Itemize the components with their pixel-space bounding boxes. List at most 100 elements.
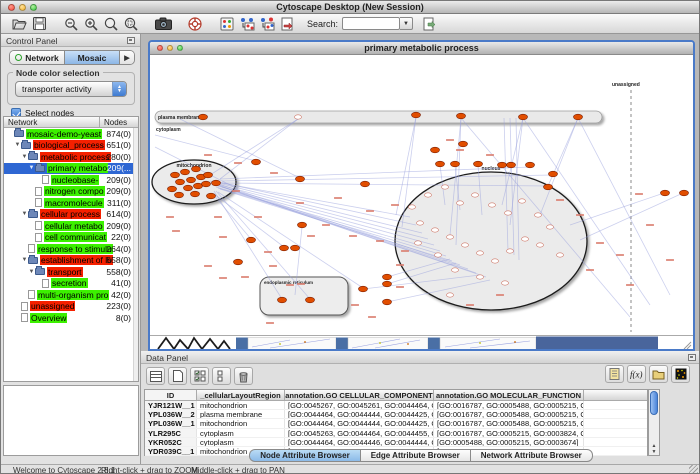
graph-node-orange[interactable] bbox=[680, 190, 689, 196]
graph-node-orange[interactable] bbox=[199, 114, 208, 120]
graph-node[interactable] bbox=[477, 275, 484, 279]
new-attribute-icon[interactable] bbox=[168, 367, 187, 385]
graph-node-orange[interactable] bbox=[204, 172, 213, 178]
attribute-table-icon[interactable] bbox=[146, 367, 165, 385]
tab-network-attribute-browser[interactable]: Network Attribute Browser bbox=[470, 449, 593, 462]
table-scrollbar[interactable]: ▲▼ bbox=[648, 389, 660, 456]
graph-node[interactable] bbox=[415, 241, 422, 245]
graph-node[interactable] bbox=[557, 253, 564, 257]
graph-node[interactable] bbox=[462, 243, 469, 247]
graph-node-orange[interactable] bbox=[361, 181, 370, 187]
tree-row[interactable]: mosaic-demo-yeast874(0) bbox=[4, 128, 138, 140]
tree-row[interactable]: ▼transport558(0) bbox=[4, 266, 138, 278]
open-file-icon[interactable] bbox=[9, 15, 29, 32]
graph-node-orange[interactable] bbox=[661, 190, 670, 196]
graph-node[interactable] bbox=[435, 253, 442, 257]
graph-node-orange[interactable] bbox=[212, 180, 221, 186]
tree-row[interactable]: ▼cellular process614(0) bbox=[4, 209, 138, 221]
graph-node-orange[interactable] bbox=[457, 113, 466, 119]
attribute-browser-icon[interactable] bbox=[217, 15, 237, 32]
tree-row[interactable]: macromolecule311(0) bbox=[4, 197, 138, 209]
graph-node-orange[interactable] bbox=[202, 181, 211, 187]
graph-node[interactable] bbox=[442, 185, 449, 189]
save-icon[interactable] bbox=[29, 15, 49, 32]
graph-node[interactable] bbox=[447, 293, 454, 297]
graph-node[interactable] bbox=[492, 259, 499, 263]
tree-row[interactable]: Overview8(0) bbox=[4, 312, 138, 324]
graph-node[interactable] bbox=[507, 249, 514, 253]
graph-node-orange[interactable] bbox=[436, 161, 445, 167]
graph-node[interactable] bbox=[519, 199, 526, 203]
tree-row[interactable]: ▼metabolic process280(0) bbox=[4, 151, 138, 163]
tab-edge-attribute-browser[interactable]: Edge Attribute Browser bbox=[360, 449, 470, 462]
select-attributes-icon[interactable] bbox=[190, 367, 209, 385]
tree-row[interactable]: response to stimulu264(0) bbox=[4, 243, 138, 255]
table-column-header[interactable]: annotation.GO CELLULAR_COMPONENT bbox=[285, 390, 434, 401]
graph-node-orange[interactable] bbox=[291, 245, 300, 251]
zoom-selected-icon[interactable] bbox=[121, 15, 141, 32]
graph-node-orange[interactable] bbox=[234, 259, 243, 265]
notes-icon[interactable] bbox=[605, 365, 624, 383]
graph-node[interactable] bbox=[472, 193, 479, 197]
graph-node[interactable] bbox=[502, 281, 509, 285]
tab-mosaic[interactable]: Mosaic bbox=[65, 51, 120, 64]
heatmap-icon[interactable] bbox=[671, 365, 690, 383]
graph-node-orange[interactable] bbox=[176, 179, 185, 185]
help-icon[interactable] bbox=[185, 15, 205, 32]
network-canvas[interactable]: plasma membranecytoplasmmitochondrionnuc… bbox=[150, 55, 693, 335]
graph-node-orange[interactable] bbox=[549, 171, 558, 177]
table-row[interactable]: YPL036W__1mitochondrion[GO:0044464, GO:0… bbox=[145, 419, 647, 428]
table-column-header[interactable]: _cellularLayoutRegion bbox=[197, 390, 285, 401]
graph-node-orange[interactable] bbox=[451, 161, 460, 167]
graph-node-orange[interactable] bbox=[278, 297, 287, 303]
graph-node-orange[interactable] bbox=[383, 299, 392, 305]
tree-row[interactable]: secretion41(0) bbox=[4, 278, 138, 290]
graph-node-orange[interactable] bbox=[247, 237, 256, 243]
tree-column-network[interactable]: Network bbox=[4, 117, 100, 128]
graph-node-orange[interactable] bbox=[184, 185, 193, 191]
graph-node-orange[interactable] bbox=[544, 184, 553, 190]
graph-node-orange[interactable] bbox=[296, 176, 305, 182]
birds-eye-view[interactable] bbox=[3, 385, 139, 456]
layout-icon-2[interactable] bbox=[257, 15, 277, 32]
graph-node-orange[interactable] bbox=[498, 162, 507, 168]
import-icon[interactable] bbox=[419, 15, 439, 32]
snapshot-icon[interactable] bbox=[153, 15, 173, 32]
table-row[interactable]: YJR121W__1mitochondrion[GO:0045267, GO:0… bbox=[145, 401, 647, 410]
tree-row[interactable]: ▼establishment of lo558(0) bbox=[4, 255, 138, 267]
tab-overflow-arrow[interactable]: ▶ bbox=[120, 51, 134, 64]
tree-row[interactable]: nitrogen compo209(0) bbox=[4, 186, 138, 198]
graph-node-orange[interactable] bbox=[191, 191, 200, 197]
zoom-fit-icon[interactable] bbox=[101, 15, 121, 32]
table-column-header[interactable]: ID bbox=[145, 390, 197, 401]
graph-node-orange[interactable] bbox=[507, 162, 516, 168]
float-panel-icon[interactable] bbox=[127, 37, 135, 44]
table-scrollbar-thumb[interactable] bbox=[650, 391, 658, 415]
graph-node-orange[interactable] bbox=[187, 177, 196, 183]
resize-grip[interactable] bbox=[689, 465, 698, 474]
graph-node[interactable] bbox=[447, 235, 454, 239]
open-formula-icon[interactable] bbox=[649, 365, 668, 383]
graph-node[interactable] bbox=[432, 228, 439, 232]
tree-row[interactable]: ▼biological_process651(0) bbox=[4, 140, 138, 152]
graph-node-orange[interactable] bbox=[280, 245, 289, 251]
graph-node[interactable] bbox=[477, 251, 484, 255]
graph-node-orange[interactable] bbox=[252, 159, 261, 165]
tree-column-nodes[interactable]: Nodes bbox=[100, 117, 138, 128]
table-row[interactable]: YLR295Ccytoplasm[GO:0045263, GO:0044464,… bbox=[145, 429, 647, 438]
network-view-titlebar[interactable]: primary metabolic process bbox=[150, 42, 693, 55]
tree-row[interactable]: multi-organism pro42(0) bbox=[4, 289, 138, 301]
graph-node-orange[interactable] bbox=[431, 147, 440, 153]
search-input[interactable] bbox=[342, 17, 400, 30]
data-panel-float-icon[interactable] bbox=[688, 354, 696, 361]
graph-node[interactable] bbox=[457, 201, 464, 205]
graph-node[interactable] bbox=[522, 237, 529, 241]
graph-node-orange[interactable] bbox=[207, 193, 216, 199]
layout-icon-1[interactable] bbox=[237, 15, 257, 32]
graph-node-orange[interactable] bbox=[181, 169, 190, 175]
tree-row[interactable]: cellular metabo209(0) bbox=[4, 220, 138, 232]
table-row[interactable]: YPL036W__2plasma membrane[GO:0044464, GO… bbox=[145, 410, 647, 419]
graph-node-orange[interactable] bbox=[519, 114, 528, 120]
expand-arrow-icon[interactable]: ▼ bbox=[28, 165, 35, 171]
graph-node-orange[interactable] bbox=[459, 141, 468, 147]
